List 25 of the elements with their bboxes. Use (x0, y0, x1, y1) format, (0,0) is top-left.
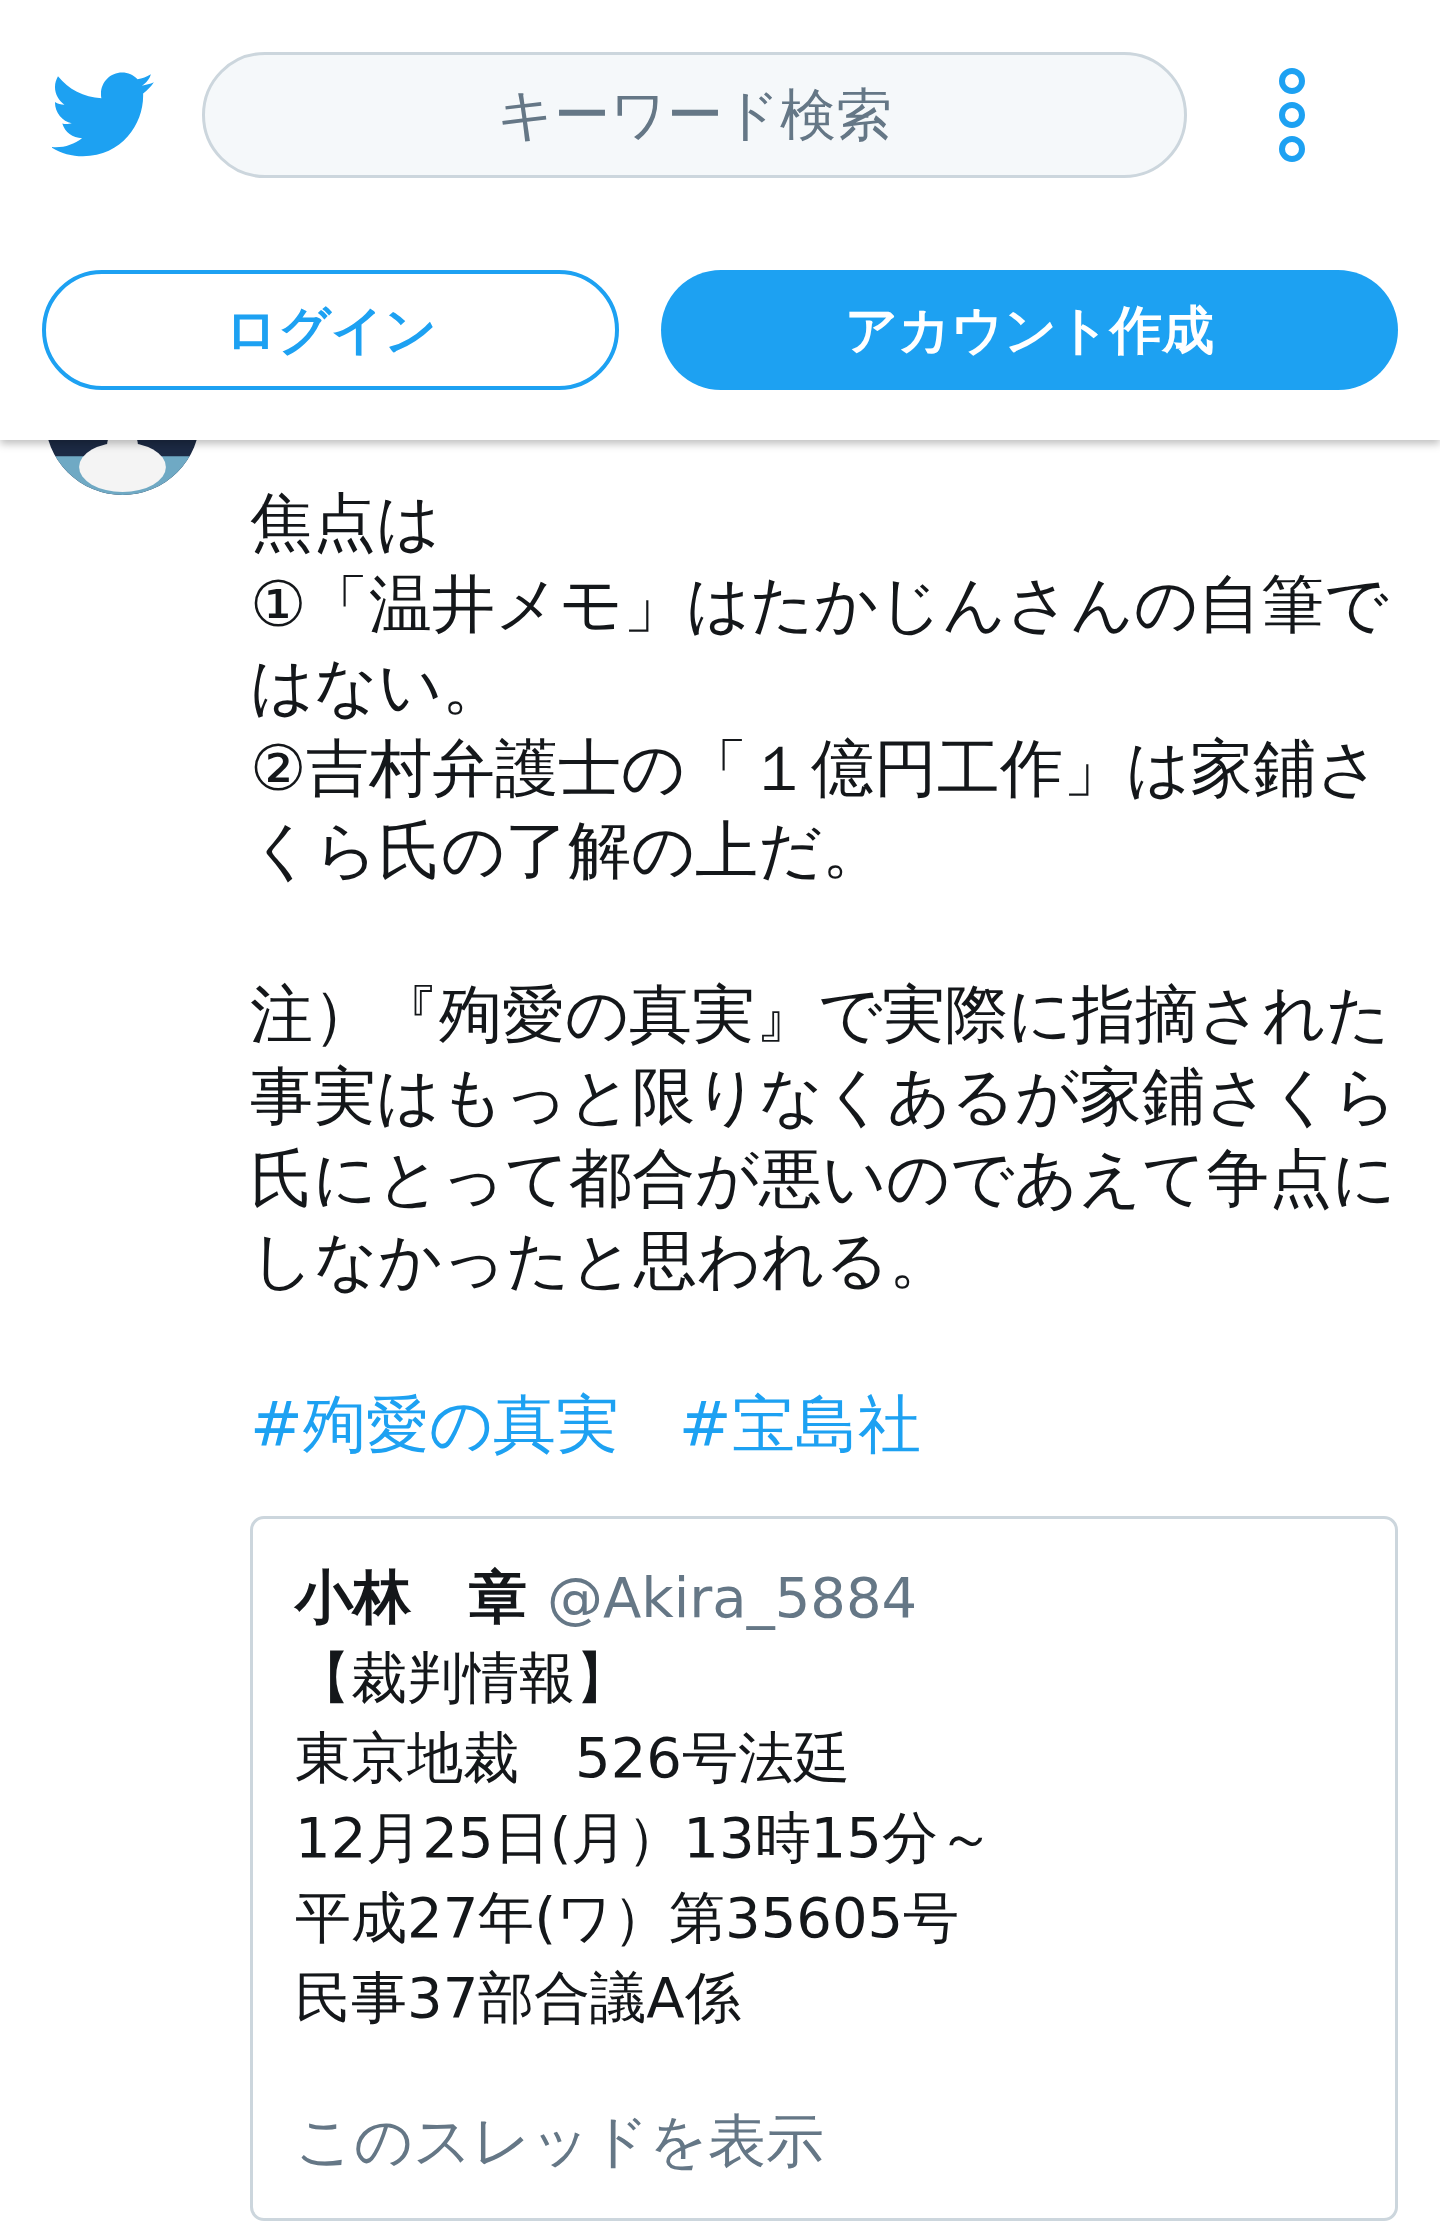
tweet-text-line: ①「温井メモ」はたかじんさんの自筆で (250, 567, 1390, 643)
hashtag-link[interactable]: #殉愛の真実 (250, 1384, 619, 1466)
tweet-text-line: 注）『殉愛の真実』で実際に指摘された (250, 977, 1391, 1053)
tweet-text-line: はない。 (250, 649, 506, 725)
tweet-text-line: 氏にとって都合が悪いのであえて争点に (250, 1141, 1397, 1217)
quoted-author-name: 小林 章 (295, 1562, 527, 1633)
quoted-tweet-line: 民事37部合議A係 (295, 1964, 742, 2032)
tweet-text-line: くら氏の了解の上だ。 (250, 813, 886, 889)
sign-up-button[interactable]: アカウント作成 (661, 270, 1398, 390)
tweet-text-line: ②吉村弁護士の「１億円工作」は家鋪さ (250, 731, 1382, 807)
search-field[interactable]: キーワード検索 (202, 52, 1187, 178)
tweet-text-line: しなかったと思われる。 (250, 1223, 953, 1299)
tweet-text-line: 事実はもっと限りなくあるが家鋪さくら (250, 1059, 1398, 1135)
more-options-icon[interactable] (1277, 67, 1307, 163)
login-button[interactable]: ログイン (42, 270, 620, 390)
quoted-tweet-line: 【裁判情報】 (295, 1644, 632, 1712)
bird-logo-icon[interactable] (52, 72, 156, 158)
quoted-tweet-line: 東京地裁 526号法廷 (295, 1724, 851, 1792)
hashtag-link[interactable]: #宝島社 (678, 1384, 921, 1466)
show-thread-link[interactable]: このスレッドを表示 (295, 2098, 1353, 2185)
tweet-text-line: 焦点は (250, 485, 441, 561)
quoted-tweet-line: 平成27年(ワ）第35605号 (295, 1884, 961, 1952)
quoted-author-handle: @Akira_5884 (547, 1564, 918, 1632)
quoted-tweet-card[interactable]: 小林 章 @Akira_5884 【裁判情報】 東京地裁 526号法廷 12月25日(月）13時15分～ 平成27年(ワ）第35605号 民事37部合議A係 このスレッドを表示 (250, 1516, 1398, 2221)
quoted-tweet-line: 12月25日(月）13時15分～ (295, 1804, 995, 1872)
